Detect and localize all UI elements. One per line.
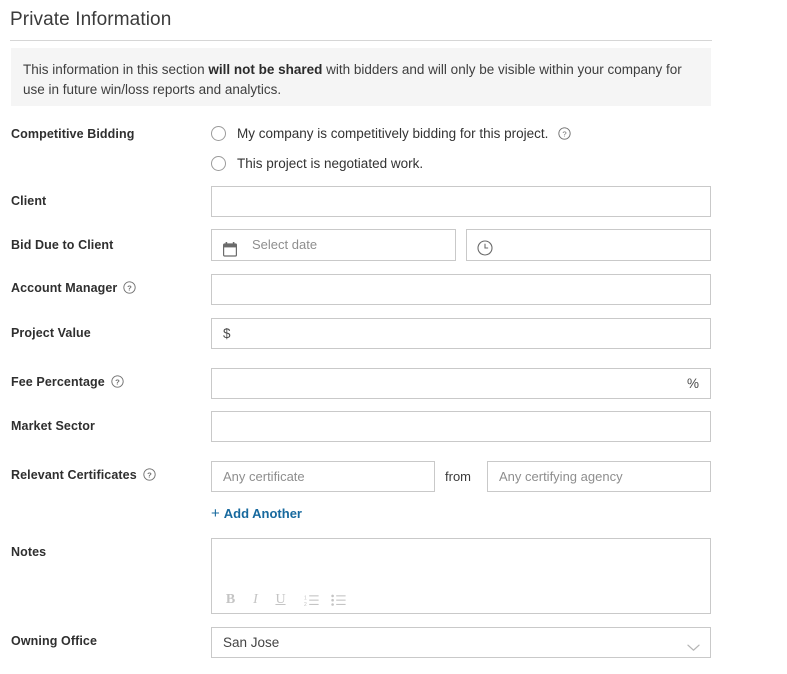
fee-percentage-input[interactable]: % <box>211 368 711 399</box>
plus-icon: + <box>211 505 220 522</box>
bid-due-date-input[interactable]: Select date <box>211 229 456 261</box>
svg-text:?: ? <box>147 470 152 479</box>
label-client: Client <box>11 194 47 208</box>
radio-label-competitive: My company is competitively bidding for … <box>237 126 549 141</box>
owning-office-select[interactable]: San Jose <box>211 627 711 658</box>
label-fee-percentage: Fee Percentage? <box>11 375 124 389</box>
label-fee-percentage-text: Fee Percentage <box>11 375 105 389</box>
label-competitive-bidding: Competitive Bidding <box>11 127 135 141</box>
notes-textarea[interactable] <box>212 539 710 587</box>
percent-suffix: % <box>686 376 699 391</box>
add-another-certificate-button[interactable]: + Add Another <box>211 505 302 522</box>
add-another-label: Add Another <box>223 506 302 521</box>
radio-button-competitive[interactable] <box>211 126 226 141</box>
svg-text:?: ? <box>115 377 120 386</box>
row-account-manager: Account Manager? <box>0 274 787 305</box>
question-circle-icon[interactable]: ? <box>143 468 156 481</box>
client-input[interactable] <box>211 186 711 217</box>
label-market-sector: Market Sector <box>11 419 95 433</box>
question-circle-icon[interactable]: ? <box>123 281 137 294</box>
label-owning-office: Owning Office <box>11 634 98 648</box>
underline-button[interactable]: U <box>274 592 287 608</box>
label-bid-due-to-client: Bid Due to Client <box>11 238 114 252</box>
row-fee-percentage: Fee Percentage? % <box>0 368 787 399</box>
italic-button[interactable]: I <box>249 592 262 608</box>
certifying-agency-input[interactable]: Any certifying agency <box>487 461 711 492</box>
radio-option-negotiated[interactable]: This project is negotiated work. <box>211 156 423 171</box>
row-market-sector: Market Sector <box>0 411 787 442</box>
certificate-name-placeholder: Any certificate <box>223 469 305 484</box>
radio-label-negotiated: This project is negotiated work. <box>237 156 424 171</box>
svg-text:1: 1 <box>304 595 307 601</box>
label-relevant-certificates: Relevant Certificates? <box>11 468 156 482</box>
certificate-name-input[interactable]: Any certificate <box>211 461 435 492</box>
calendar-icon <box>223 238 238 267</box>
title-divider <box>10 40 712 41</box>
label-account-manager-text: Account Manager <box>11 281 118 295</box>
question-circle-icon[interactable]: ? <box>111 375 124 388</box>
bid-due-date-placeholder: Select date <box>252 237 318 252</box>
notes-toolbar: B I U 1 2 <box>212 587 346 613</box>
label-notes: Notes <box>11 545 47 559</box>
row-client: Client <box>0 186 787 217</box>
row-competitive-bidding: Competitive Bidding My company is compet… <box>0 126 787 178</box>
certifying-agency-placeholder: Any certifying agency <box>499 469 623 484</box>
banner-text-emphasis: will not be shared <box>208 62 323 77</box>
ordered-list-icon[interactable]: 1 2 <box>304 592 319 608</box>
row-relevant-certificates: Relevant Certificates? Any certificate f… <box>0 461 787 522</box>
project-value-input[interactable]: $ <box>211 318 711 349</box>
bold-button[interactable]: B <box>224 592 237 608</box>
svg-text:?: ? <box>563 129 567 138</box>
row-bid-due-to-client: Bid Due to Client Select date <box>0 229 787 261</box>
banner-text-before: This information in this section <box>23 62 209 77</box>
notes-editor[interactable]: B I U 1 2 <box>211 538 711 614</box>
svg-text:?: ? <box>127 283 132 292</box>
private-information-form: Private Information This information in … <box>0 0 787 674</box>
market-sector-input[interactable] <box>211 411 711 442</box>
bullet-list-icon[interactable] <box>331 592 346 608</box>
label-account-manager: Account Manager? <box>11 281 137 295</box>
chevron-down-icon[interactable] <box>687 639 700 657</box>
currency-prefix: $ <box>223 326 231 341</box>
certificate-joiner-label: from <box>445 469 471 484</box>
info-banner: This information in this section will no… <box>11 48 711 106</box>
owning-office-value: San Jose <box>223 635 280 650</box>
question-circle-icon[interactable]: ? <box>558 127 572 140</box>
svg-text:2: 2 <box>304 601 307 606</box>
radio-option-competitive[interactable]: My company is competitively bidding for … <box>211 126 572 141</box>
radio-button-negotiated[interactable] <box>211 156 226 171</box>
label-project-value: Project Value <box>11 326 91 340</box>
bid-due-time-input[interactable] <box>466 229 711 261</box>
page-title: Private Information <box>10 9 172 30</box>
account-manager-input[interactable] <box>211 274 711 305</box>
clock-icon <box>477 237 493 266</box>
label-relevant-certificates-text: Relevant Certificates <box>11 468 137 482</box>
row-project-value: Project Value $ <box>0 318 787 349</box>
